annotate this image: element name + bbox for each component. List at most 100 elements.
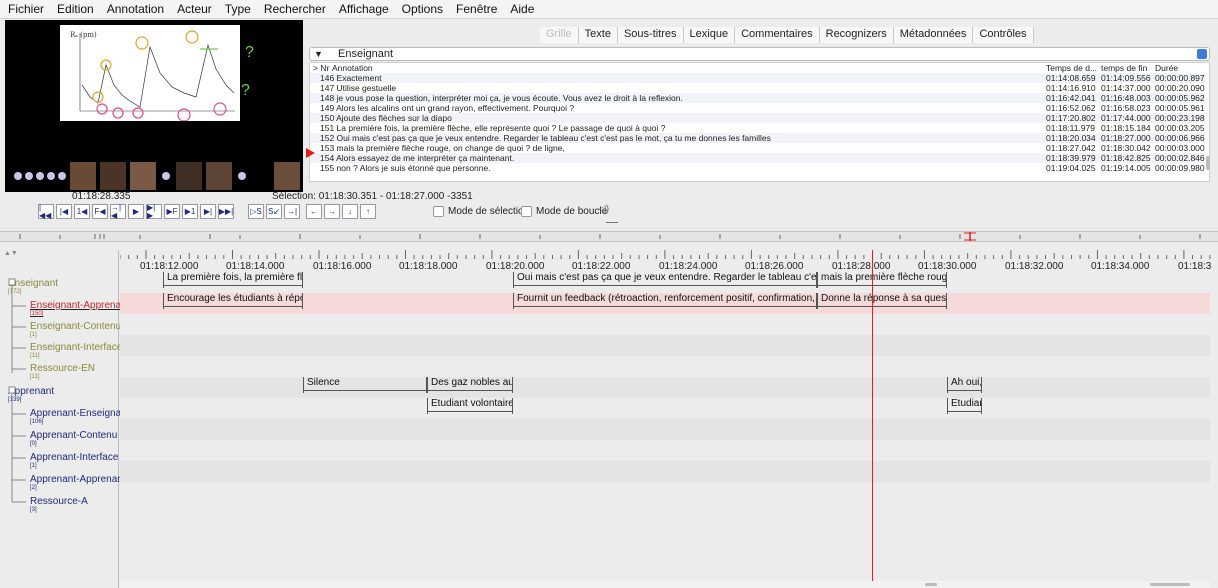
table-row[interactable]: 147 Utilise gestuelle 01:14:16.910 01:14:3… — [310, 83, 1205, 93]
annotation-segment[interactable]: Des gaz nobles aux al — [427, 377, 513, 393]
next-frame-button[interactable]: ▶| — [200, 204, 216, 219]
go-to-end-button[interactable]: ▶▶| — [218, 204, 234, 219]
table-row[interactable]: 152 Oui mais c'est pas ça que je veux en… — [310, 133, 1205, 143]
play-button[interactable]: ▶ — [128, 204, 144, 219]
annotation-segment[interactable]: Encourage les étudiants à répondre a — [163, 293, 303, 309]
select-arrows-icon — [1197, 49, 1207, 59]
ruler-label: 01:18:26.000 — [745, 261, 804, 272]
tab-metadonnees[interactable]: Métadonnées — [893, 27, 974, 43]
forward-pixel-button[interactable]: ▶|▶ — [146, 203, 162, 219]
selection-mode-checkbox[interactable] — [433, 206, 444, 217]
table-row[interactable]: 149 Alors les alcalins ont un grand rayo… — [310, 103, 1205, 113]
track-enseignant-contenu[interactable] — [120, 314, 1210, 335]
col-nr[interactable]: > Nr — [313, 63, 329, 73]
tier-down-button[interactable]: ↓ — [342, 204, 358, 219]
previous-annotation-button[interactable]: ← — [306, 204, 322, 219]
track-ressource-en[interactable] — [120, 356, 1210, 377]
table-scrollbar[interactable] — [1206, 156, 1210, 170]
tier-label-ressource-en[interactable]: Ressource-EN [11] — [30, 363, 95, 380]
annotation-segment[interactable]: La première fois, la première flèche, el — [163, 272, 303, 288]
track-enseignant[interactable]: La première fois, la première flèche, el… — [120, 272, 1210, 293]
annotation-segment[interactable]: mais la première flèche rouge, on c — [817, 272, 947, 288]
annotation-grid[interactable]: > Nr Annotation Temps de d... temps de f… — [309, 62, 1210, 182]
table-row[interactable]: 154 Alors essayez de me interpréter ça m… — [310, 153, 1205, 163]
col-end[interactable]: temps de fin — [1101, 63, 1147, 73]
track-apprenant-contenu[interactable] — [120, 419, 1210, 440]
timeline-scrollbar[interactable] — [120, 581, 1210, 588]
menu-rechercher[interactable]: Rechercher — [264, 2, 326, 16]
back-pixel-button[interactable]: →|◀ — [110, 203, 126, 219]
track-enseignant-interface[interactable] — [120, 335, 1210, 356]
track-apprenant-enseignant[interactable]: Etudiant volontaire rép Etudiant f — [120, 398, 1210, 419]
tier-label-apprenant-interface[interactable]: Apprenant-Interface [1] — [30, 452, 118, 469]
menu-acteur[interactable]: Acteur — [177, 2, 212, 16]
tier-label-ressource-a[interactable]: Ressource-A [3] — [30, 496, 88, 513]
table-row[interactable]: 151 La première fois, la première flèche… — [310, 123, 1205, 133]
table-row[interactable]: 150 Ajoute des flèches sur la diapo 01:17… — [310, 113, 1205, 123]
menu-affichage[interactable]: Affichage — [339, 2, 389, 16]
tier-label-enseignant-contenu[interactable]: Enseignant-Contenu [1] — [30, 321, 121, 338]
annotation-segment[interactable]: Ah oui, o — [947, 377, 982, 393]
col-start[interactable]: Temps de d... — [1046, 63, 1097, 73]
loop-mode-checkbox[interactable] — [521, 206, 532, 217]
tab-sous-titres[interactable]: Sous-titres — [617, 27, 684, 43]
track-apprenant-interface[interactable] — [120, 440, 1210, 461]
table-row[interactable]: 148 je vous pose la question, interpréte… — [310, 93, 1205, 103]
go-to-begin-button[interactable]: |◀◀ — [38, 203, 54, 219]
timeline-tracks[interactable]: La première fois, la première flèche, el… — [120, 272, 1210, 588]
playhead-crosshair[interactable] — [872, 250, 873, 588]
tier-label-apprenant-enseignant[interactable]: Apprenant-Enseignant [106] — [30, 408, 130, 425]
panel-divider-handle[interactable] — [606, 222, 618, 223]
selection-mode-button[interactable]: S↙ — [266, 204, 282, 219]
tab-recognizers[interactable]: Recognizers — [819, 27, 894, 43]
step-forward-1-button[interactable]: ▶1 — [182, 204, 198, 219]
annotation-segment[interactable]: Etudiant volontaire rép — [427, 398, 513, 414]
table-row-current[interactable]: 153 mais la première flèche rouge, on ch… — [310, 143, 1205, 153]
annotation-segment[interactable]: Donne la réponse à sa question — [817, 293, 947, 309]
go-to-selection-button[interactable]: →| — [284, 204, 300, 219]
menu-edition[interactable]: Edition — [57, 2, 94, 16]
time-ruler[interactable]: 01:18:12.000 01:18:14.000 01:18:16.000 0… — [120, 250, 1218, 272]
tier-select[interactable]: ▼ Enseignant — [309, 47, 1210, 61]
tab-grille[interactable]: Grille — [540, 27, 579, 43]
track-apprenant[interactable]: Silence Des gaz nobles aux al Ah oui, o — [120, 377, 1210, 398]
annotation-segment[interactable]: Fournit un feedback (rétroaction, renfor… — [513, 293, 817, 309]
ruler-label: 01:18:16.000 — [313, 261, 372, 272]
timeline-overview[interactable] — [0, 231, 1218, 242]
tab-lexique[interactable]: Lexique — [683, 27, 736, 43]
track-enseignant-apprenant[interactable]: Encourage les étudiants à répondre a Fou… — [120, 293, 1210, 314]
menu-type[interactable]: Type — [225, 2, 251, 16]
menu-fichier[interactable]: Fichier — [8, 2, 44, 16]
track-apprenant-apprenant[interactable] — [120, 461, 1210, 482]
table-row[interactable]: 155 non ? Alors je suis étonné que perso… — [310, 163, 1205, 173]
track-ressource-a[interactable] — [120, 482, 1210, 503]
tab-texte[interactable]: Texte — [578, 27, 618, 43]
volume-icon[interactable]: ◁) — [598, 204, 609, 215]
col-annotation[interactable]: Annotation — [332, 63, 373, 73]
menu-options[interactable]: Options — [402, 2, 443, 16]
step-back-1-button[interactable]: 1◀ — [74, 204, 90, 219]
col-duration[interactable]: Durée — [1155, 63, 1178, 73]
menu-annotation[interactable]: Annotation — [107, 2, 164, 16]
video-viewer[interactable]: Rₐ (pm) ? ? — [5, 20, 303, 192]
next-annotation-button[interactable]: → — [324, 204, 340, 219]
play-selection-button[interactable]: ▷S — [248, 204, 264, 219]
annotation-segment[interactable]: Silence — [303, 377, 427, 393]
tier-label-apprenant-contenu[interactable]: Apprenant-Contenu [0] — [30, 430, 117, 447]
annotation-segment[interactable]: Oui mais c'est pas ça que je veux entend… — [513, 272, 817, 288]
annotation-segment[interactable]: Etudiant f — [947, 398, 982, 414]
frame-forward-button[interactable]: ▶F — [164, 204, 180, 219]
menu-fenetre[interactable]: Fenêtre — [456, 2, 497, 16]
tab-commentaires[interactable]: Commentaires — [735, 27, 820, 43]
tier-up-button[interactable]: ↑ — [360, 204, 376, 219]
menu-aide[interactable]: Aide — [510, 2, 534, 16]
tier-label-enseignant-apprenant[interactable]: Enseignant-Apprenant [150] — [30, 300, 130, 317]
tier-label-apprenant-apprenant[interactable]: Apprenant-Apprenant [2] — [30, 474, 126, 491]
zoom-slider[interactable] — [1150, 583, 1190, 586]
scroll-thumb[interactable] — [925, 583, 937, 586]
frame-back-button[interactable]: F◀ — [92, 204, 108, 219]
tab-controles[interactable]: Contrôles — [973, 27, 1034, 43]
previous-frame-button[interactable]: |◀ — [56, 204, 72, 219]
table-row[interactable]: 146 Exactement 01:14:08.659 01:14:09.556 00… — [310, 73, 1205, 83]
tier-label-enseignant-interface[interactable]: Enseignant-Interface [11] — [30, 342, 122, 359]
